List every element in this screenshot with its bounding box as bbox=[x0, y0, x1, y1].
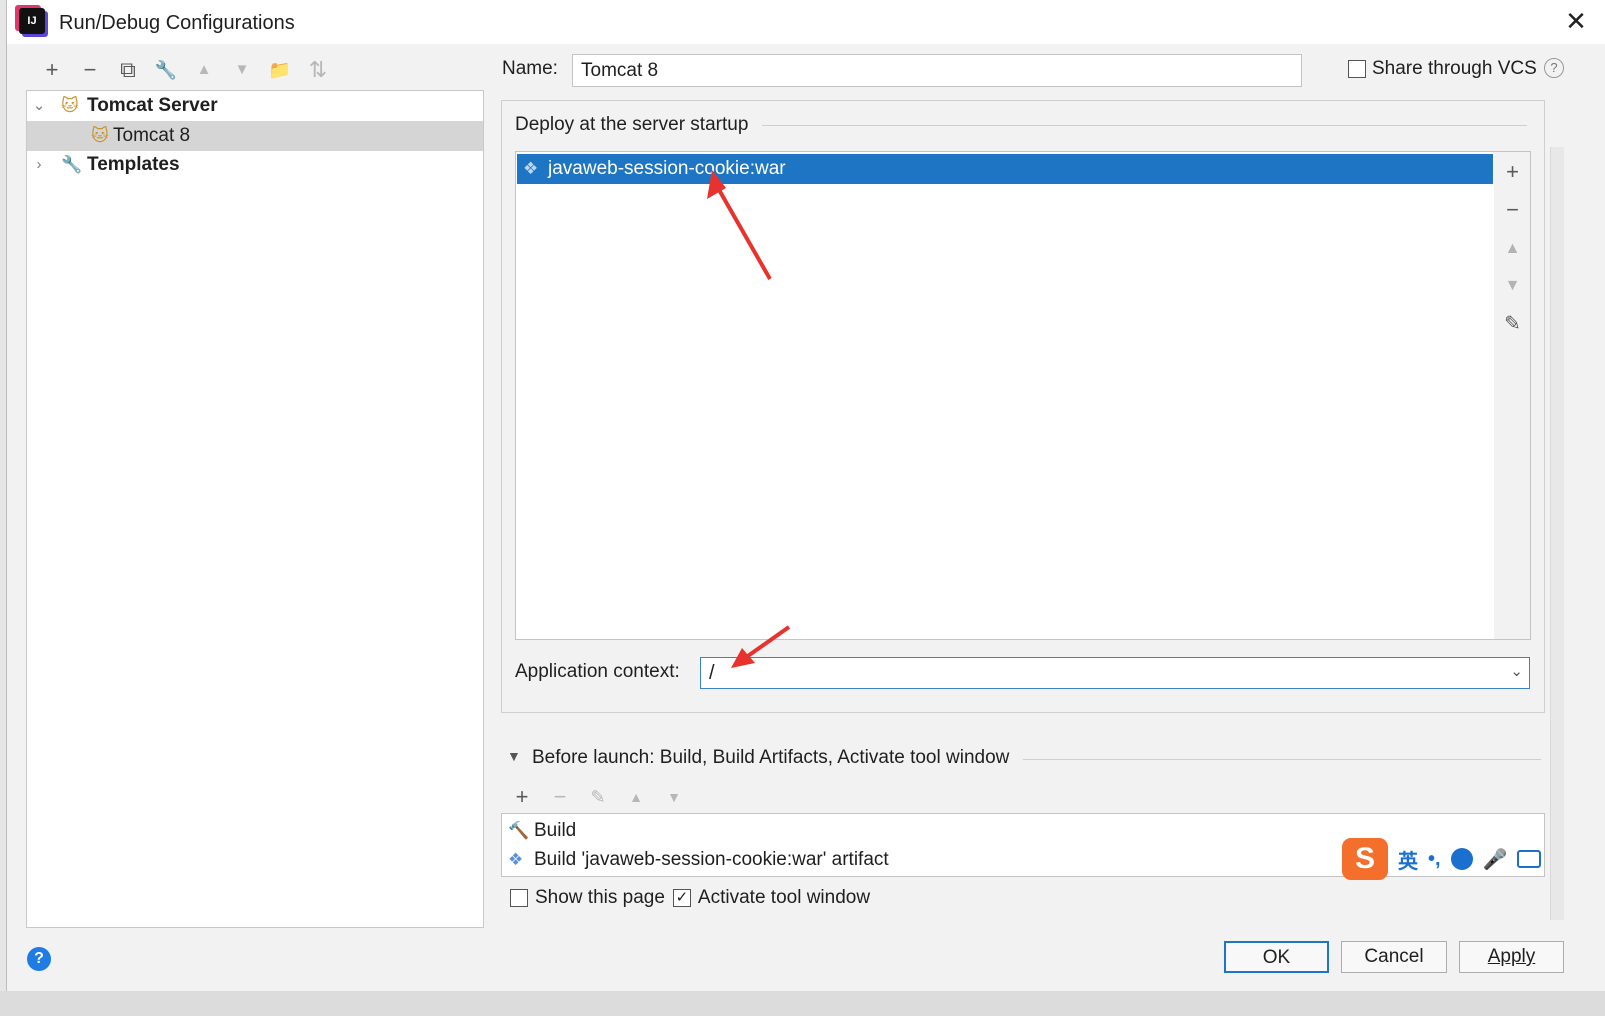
taskbar-strip bbox=[0, 991, 1605, 1016]
annotation-arrow-context bbox=[731, 625, 791, 668]
annotation-arrow-deploy bbox=[707, 170, 772, 280]
annotation-arrows bbox=[707, 170, 791, 668]
